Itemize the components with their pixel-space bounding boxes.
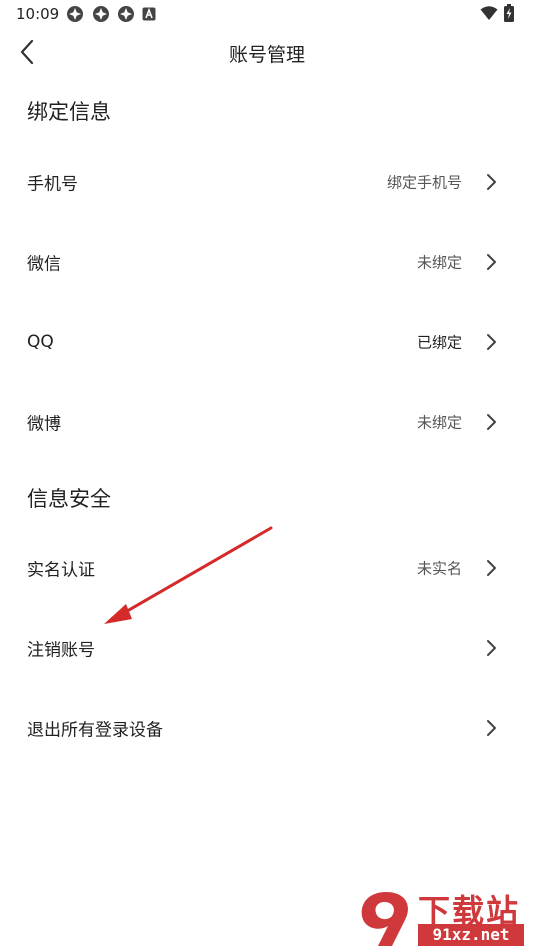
chevron-right-icon <box>487 640 496 656</box>
watermark-logo-icon <box>361 892 408 946</box>
row-label: 注销账号 <box>27 640 95 661</box>
section-title-binding: 绑定信息 <box>27 100 111 124</box>
row-logout-all-devices[interactable]: 退出所有登录设备 <box>0 688 534 768</box>
row-cancel-account[interactable]: 注销账号 <box>0 608 534 688</box>
row-label: 退出所有登录设备 <box>27 720 163 741</box>
row-weibo[interactable]: 微博 未绑定 <box>0 382 534 462</box>
status-time: 10:09 <box>16 5 60 23</box>
chevron-right-icon <box>487 174 496 190</box>
row-value: 已绑定 <box>416 333 462 352</box>
chevron-right-icon <box>487 720 496 736</box>
chevron-right-icon <box>487 414 496 430</box>
row-value: 未绑定 <box>416 413 462 432</box>
app-notification-icon <box>93 6 109 22</box>
row-label: 实名认证 <box>27 560 95 581</box>
status-bar: 10:09 <box>0 0 534 28</box>
row-phone[interactable]: 手机号 绑定手机号 <box>0 142 534 222</box>
watermark: 下载站 91xz.net <box>356 886 528 948</box>
wifi-icon <box>480 6 498 20</box>
row-label: QQ <box>27 332 54 352</box>
chevron-right-icon <box>487 254 496 270</box>
row-label: 微信 <box>27 254 61 275</box>
a-badge-icon <box>142 7 156 21</box>
row-value: 绑定手机号 <box>386 173 462 192</box>
battery-charging-icon <box>504 4 514 22</box>
chevron-right-icon <box>487 560 496 576</box>
row-label: 微博 <box>27 414 61 435</box>
section-title-security: 信息安全 <box>27 487 111 511</box>
status-right-icons <box>480 4 514 22</box>
row-label: 手机号 <box>27 174 78 195</box>
row-value: 未绑定 <box>416 253 462 272</box>
app-notification-icon <box>67 6 83 22</box>
app-notification-icon <box>118 6 134 22</box>
row-real-name[interactable]: 实名认证 未实名 <box>0 528 534 608</box>
app-header: 账号管理 <box>0 28 534 76</box>
row-wechat[interactable]: 微信 未绑定 <box>0 222 534 302</box>
chevron-right-icon <box>487 334 496 350</box>
row-value: 未实名 <box>416 559 462 578</box>
page-title: 账号管理 <box>228 44 305 66</box>
row-qq[interactable]: QQ 已绑定 <box>0 302 534 382</box>
watermark-domain: 91xz.net <box>418 924 524 946</box>
